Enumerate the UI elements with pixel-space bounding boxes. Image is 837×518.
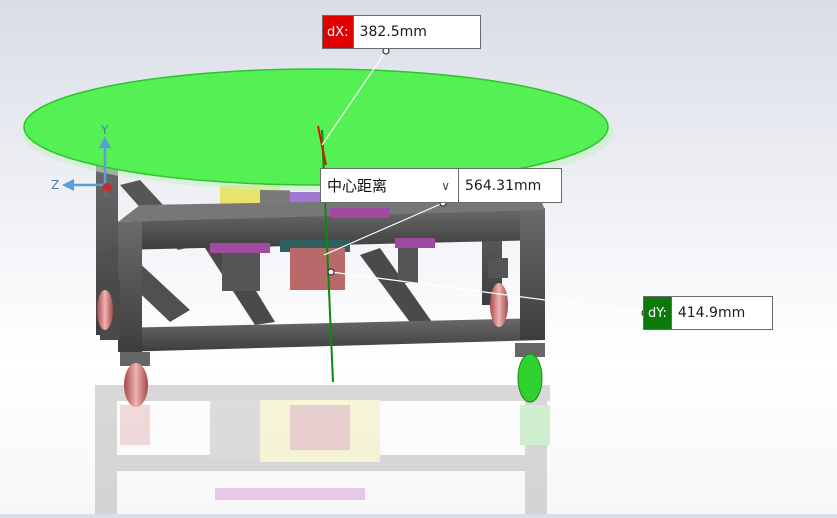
distance-mode-label: 中心距离 [327,177,388,195]
dx-tag: dX: [323,16,354,48]
caster-rear-left [97,290,113,330]
dy-tag: dY: [644,297,672,329]
distance-value: 564.31mm [465,177,542,194]
dy-callout[interactable]: dY: 414.9mm [643,296,773,330]
dy-value: 414.9mm [671,297,772,329]
dx-callout[interactable]: dX: 382.5mm [322,15,481,49]
triad-z-label: Z [51,178,59,192]
distance-callout[interactable]: 中心距离 ∨ 564.31mm [320,168,562,203]
chevron-down-icon[interactable]: ∨ [441,179,450,193]
graphics-viewport[interactable]: Y Z X [0,0,837,514]
dx-value: 382.5mm [353,16,480,48]
floor-reflection [95,385,550,514]
triad-y-label: Y [100,123,109,137]
model-scene: Y Z X [22,47,649,514]
distance-mode-select[interactable]: 中心距离 ∨ [321,169,459,202]
triad-x-label: X [103,190,109,200]
